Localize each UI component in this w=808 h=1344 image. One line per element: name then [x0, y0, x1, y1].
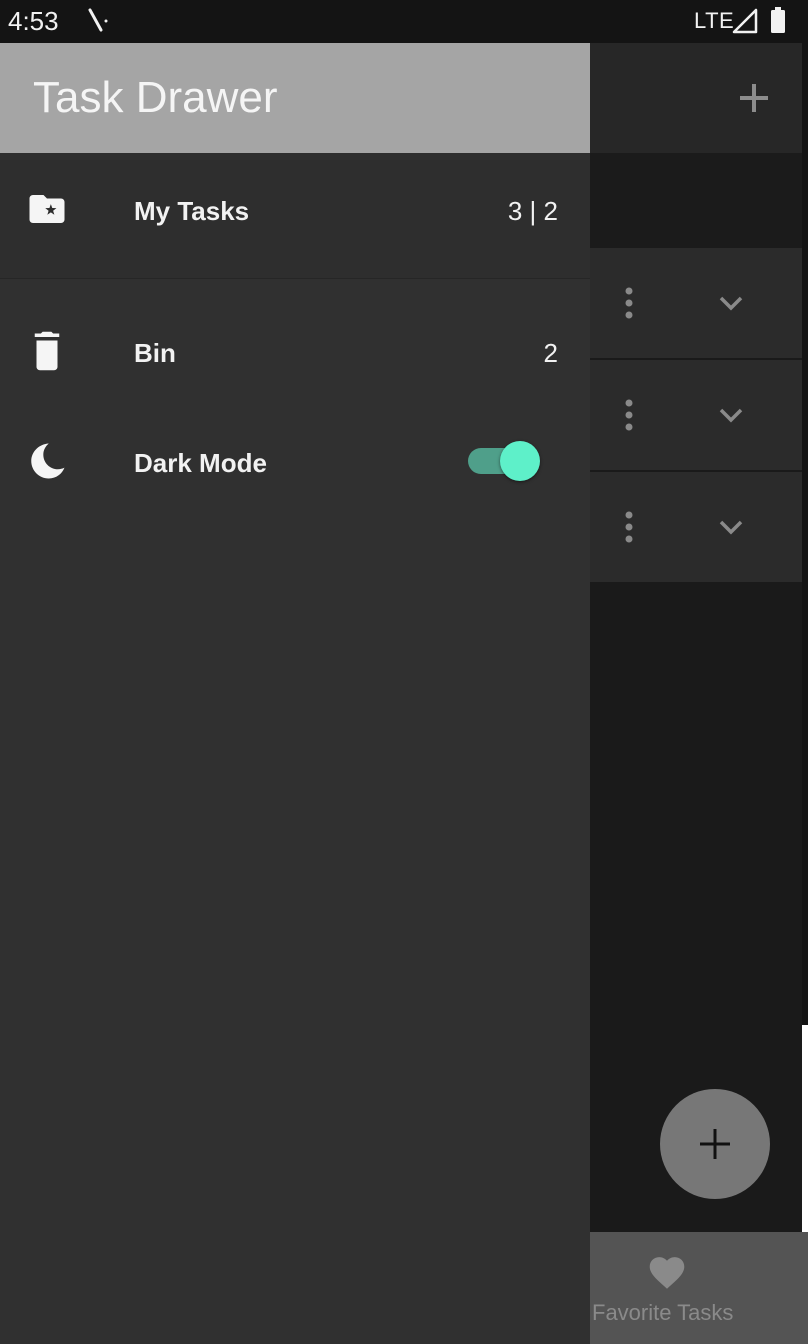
chevron-down-icon[interactable]: [716, 516, 746, 538]
app-notification-icon: [88, 8, 108, 32]
bin-count: 2: [543, 338, 558, 368]
plus-icon: [700, 1129, 730, 1159]
drawer-item-my-tasks[interactable]: My Tasks 3 | 2: [0, 153, 590, 278]
toggle-thumb[interactable]: [500, 441, 540, 481]
background-task-row[interactable]: [590, 472, 802, 582]
trash-icon: [34, 331, 60, 371]
background-task-row[interactable]: [590, 248, 802, 358]
drawer-divider: [0, 278, 590, 279]
battery-icon: [771, 7, 785, 33]
status-time: 4:53: [8, 6, 59, 36]
background-edge: [802, 43, 808, 1025]
background-task-row[interactable]: [590, 360, 802, 470]
more-vert-icon[interactable]: [622, 398, 636, 432]
background-edge-highlight: [802, 1025, 808, 1232]
moon-icon: [31, 443, 65, 479]
heart-icon: [649, 1257, 685, 1289]
more-vert-icon[interactable]: [622, 510, 636, 544]
network-type: LTE: [694, 8, 735, 33]
more-vert-icon[interactable]: [622, 286, 636, 320]
chevron-down-icon[interactable]: [716, 404, 746, 426]
drawer-item-dark-mode[interactable]: Dark Mode: [0, 406, 590, 516]
drawer-item-bin[interactable]: Bin 2: [0, 296, 590, 406]
drawer-item-label: Dark Mode: [134, 448, 267, 478]
folder-star-icon: [29, 195, 65, 223]
bottom-nav[interactable]: Favorite Tasks: [590, 1232, 808, 1344]
drawer-header: Task Drawer: [0, 43, 590, 153]
navigation-drawer: Task Drawer My Tasks 3 | 2 Bin 2 Dark Mo…: [0, 43, 590, 1344]
add-task-fab[interactable]: [660, 1089, 770, 1199]
drawer-title: Task Drawer: [33, 73, 278, 122]
bottom-nav-favorite-label: Favorite Tasks: [592, 1300, 734, 1325]
task-count: 3 | 2: [507, 196, 558, 226]
signal-icon: [732, 8, 758, 34]
background-header-strip: [590, 153, 802, 248]
drawer-item-label: My Tasks: [134, 196, 250, 226]
status-bar: [0, 0, 808, 43]
add-icon[interactable]: [736, 80, 772, 116]
chevron-down-icon[interactable]: [716, 292, 746, 314]
drawer-item-label: Bin: [134, 338, 176, 368]
